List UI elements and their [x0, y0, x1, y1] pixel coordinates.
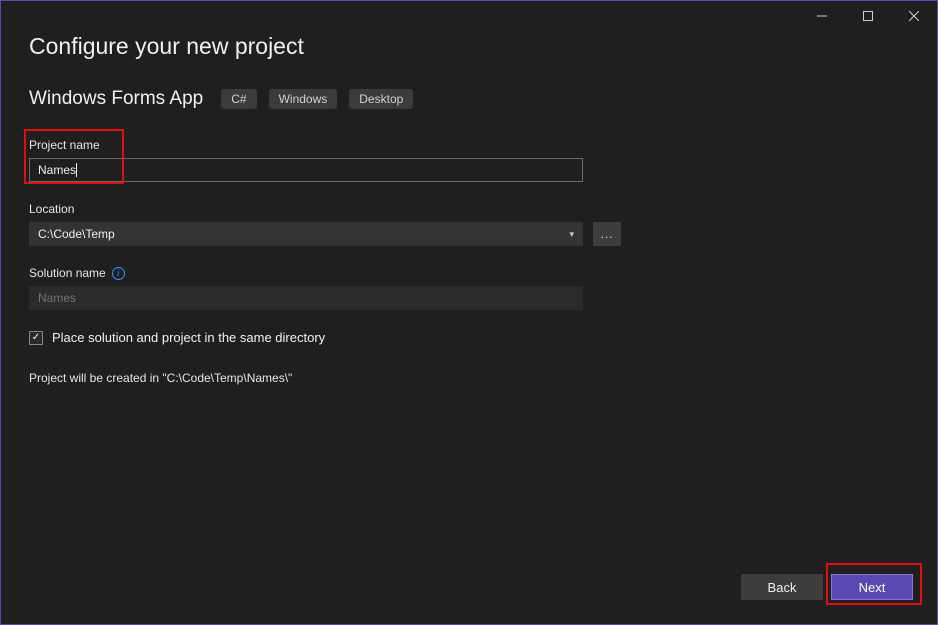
creation-path-summary: Project will be created in "C:\Code\Temp… — [29, 371, 909, 385]
project-name-label: Project name — [29, 138, 909, 152]
solution-name-label-text: Solution name — [29, 266, 106, 280]
solution-name-field: Solution name i — [29, 266, 909, 310]
project-name-field: Project name Names — [29, 138, 909, 182]
maximize-icon — [863, 11, 873, 21]
check-icon: ✓ — [32, 332, 40, 343]
location-field: Location C:\Code\Temp ▾ ... — [29, 202, 909, 246]
location-label: Location — [29, 202, 909, 216]
same-directory-checkbox-row[interactable]: ✓ Place solution and project in the same… — [29, 330, 909, 345]
next-button[interactable]: Next — [831, 574, 913, 600]
minimize-button[interactable] — [799, 3, 845, 29]
back-button[interactable]: Back — [741, 574, 823, 600]
tag-platform: Windows — [269, 89, 338, 109]
footer-buttons: Back Next — [741, 574, 913, 600]
tag-language: C# — [221, 89, 256, 109]
minimize-icon — [817, 11, 827, 21]
browse-button[interactable]: ... — [593, 222, 621, 246]
location-select[interactable]: C:\Code\Temp ▾ — [29, 222, 583, 246]
project-name-value: Names — [38, 163, 76, 177]
template-name: Windows Forms App — [29, 88, 203, 110]
maximize-button[interactable] — [845, 3, 891, 29]
same-directory-label: Place solution and project in the same d… — [52, 330, 325, 345]
project-name-input[interactable]: Names — [29, 158, 583, 182]
tag-type: Desktop — [349, 89, 413, 109]
solution-name-label: Solution name i — [29, 266, 909, 280]
page-title: Configure your new project — [29, 33, 909, 60]
close-button[interactable] — [891, 3, 937, 29]
location-value: C:\Code\Temp — [38, 227, 115, 241]
same-directory-checkbox[interactable]: ✓ — [29, 331, 43, 345]
text-caret — [76, 163, 77, 177]
close-icon — [909, 11, 919, 21]
info-icon[interactable]: i — [112, 267, 125, 280]
template-row: Windows Forms App C# Windows Desktop — [29, 88, 909, 110]
solution-name-input — [29, 286, 583, 310]
window-titlebar — [1, 1, 937, 29]
chevron-down-icon: ▾ — [569, 229, 574, 240]
